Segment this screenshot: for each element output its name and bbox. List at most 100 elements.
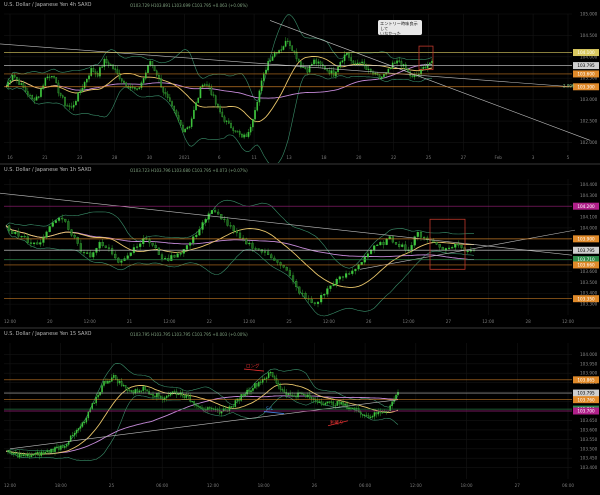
candle-body bbox=[122, 385, 125, 387]
candle-body bbox=[447, 247, 451, 249]
candle-body bbox=[460, 245, 463, 248]
y-tick-label: 104.400 bbox=[580, 182, 598, 187]
candle-body bbox=[182, 124, 184, 133]
candle-body bbox=[98, 242, 101, 249]
candle-body bbox=[18, 79, 20, 85]
candle-body bbox=[341, 276, 345, 278]
candle-body bbox=[64, 97, 66, 106]
x-tick-label: 30 bbox=[147, 155, 153, 160]
candle-body bbox=[214, 95, 217, 105]
candle-body bbox=[280, 49, 283, 51]
candle-body bbox=[243, 134, 245, 138]
candle-body bbox=[164, 397, 166, 400]
candle-body bbox=[367, 68, 370, 70]
candle-body bbox=[225, 120, 228, 122]
candle-body bbox=[244, 394, 246, 397]
y-tick-label: 103.950 bbox=[580, 361, 598, 366]
candle-body bbox=[381, 412, 384, 414]
candle-body bbox=[344, 273, 348, 278]
chart-1h-svg[interactable]: 104.400 104.300 104.200 104.100 104.000 103.9… bbox=[0, 165, 600, 327]
candle-body bbox=[260, 80, 263, 92]
candle-body bbox=[8, 225, 11, 232]
candle-body bbox=[343, 54, 346, 61]
candle-body bbox=[330, 70, 333, 74]
candle-body bbox=[223, 218, 226, 220]
candle-body bbox=[323, 294, 326, 296]
candle-body bbox=[195, 404, 197, 407]
candle-body bbox=[101, 385, 103, 393]
candle-body bbox=[160, 78, 162, 88]
chart-panel-4h[interactable]: 105.000 104.500 104.000 103.500 103.000 102.5… bbox=[0, 0, 600, 166]
y-tick-label: 104.300 bbox=[580, 193, 598, 198]
y-tick-label: 105.000 bbox=[580, 12, 598, 17]
candle-body bbox=[326, 401, 329, 404]
candle-body bbox=[107, 247, 111, 249]
candle-body bbox=[254, 110, 256, 120]
candle-body bbox=[97, 394, 99, 398]
candle-body bbox=[134, 389, 137, 394]
candle-body bbox=[429, 62, 431, 65]
candle-body bbox=[424, 66, 427, 69]
candle-body bbox=[177, 393, 180, 395]
x-tick-label: 12:00 bbox=[243, 319, 255, 324]
candle-body bbox=[29, 94, 31, 96]
candle-body bbox=[126, 386, 129, 391]
price-level-label: 103.900 bbox=[577, 236, 595, 241]
y-tick-label: 103.000 bbox=[580, 97, 598, 102]
candle-body bbox=[105, 381, 107, 384]
candle-body bbox=[342, 402, 344, 406]
candle-body bbox=[251, 242, 254, 249]
candle-body bbox=[304, 293, 307, 299]
chart-panel-15m[interactable]: 104.000103.950103.900103.850103.800103.7… bbox=[0, 329, 600, 491]
candle-body bbox=[360, 262, 363, 265]
candle-body bbox=[306, 68, 309, 73]
candle-body bbox=[17, 452, 19, 458]
candle-body bbox=[32, 454, 35, 456]
x-tick-label: 12:00 bbox=[562, 319, 574, 324]
candle-body bbox=[33, 98, 36, 101]
candle-body bbox=[40, 88, 42, 97]
candle-body bbox=[76, 237, 79, 244]
y-tick-label: 103.400 bbox=[580, 291, 598, 296]
candle-body bbox=[257, 248, 260, 250]
candle-body bbox=[22, 454, 25, 457]
candle-body bbox=[305, 394, 307, 398]
candle-body bbox=[114, 253, 117, 259]
candle-body bbox=[213, 210, 217, 213]
candle-body bbox=[366, 253, 370, 258]
candle-body bbox=[53, 76, 55, 78]
candle-body bbox=[59, 92, 62, 96]
candle-body bbox=[104, 245, 107, 248]
candle-body bbox=[278, 50, 280, 54]
chart-15m-svg[interactable]: 104.000103.950103.900103.850103.800103.7… bbox=[0, 329, 600, 491]
candle-body bbox=[186, 127, 189, 130]
candle-body bbox=[24, 454, 27, 457]
candle-body bbox=[396, 60, 398, 64]
candle-body bbox=[73, 235, 76, 238]
candle-body bbox=[170, 255, 173, 261]
chart-panel-1h[interactable]: 104.400 104.300 104.200 104.100 104.000 103.9… bbox=[0, 165, 600, 327]
candle-body bbox=[329, 285, 332, 289]
x-tick-label: 11 bbox=[251, 155, 257, 160]
candle-body bbox=[11, 230, 14, 234]
candle-body bbox=[173, 391, 176, 393]
price-level-label: 103.795 bbox=[577, 391, 595, 396]
chart-4h-svg[interactable]: 105.000104.500104.000103.500103.000102.5… bbox=[0, 0, 600, 166]
candle-body bbox=[275, 378, 278, 384]
x-tick-label: 21 bbox=[42, 155, 48, 160]
candle-body bbox=[23, 236, 26, 238]
candle-body bbox=[118, 380, 121, 384]
candle-body bbox=[101, 242, 104, 246]
candle-body bbox=[330, 401, 333, 403]
candle-body bbox=[72, 104, 75, 108]
candle-body bbox=[77, 428, 80, 431]
candle-body bbox=[136, 88, 138, 90]
x-tick-label: 25 bbox=[426, 155, 432, 160]
x-tick-label: 13 bbox=[286, 155, 292, 160]
candle-body bbox=[173, 255, 176, 258]
candle-body bbox=[57, 217, 61, 221]
candle-body bbox=[38, 451, 41, 456]
moving-average-fast bbox=[5, 383, 399, 455]
candle-body bbox=[322, 404, 325, 406]
candle-body bbox=[230, 123, 232, 129]
